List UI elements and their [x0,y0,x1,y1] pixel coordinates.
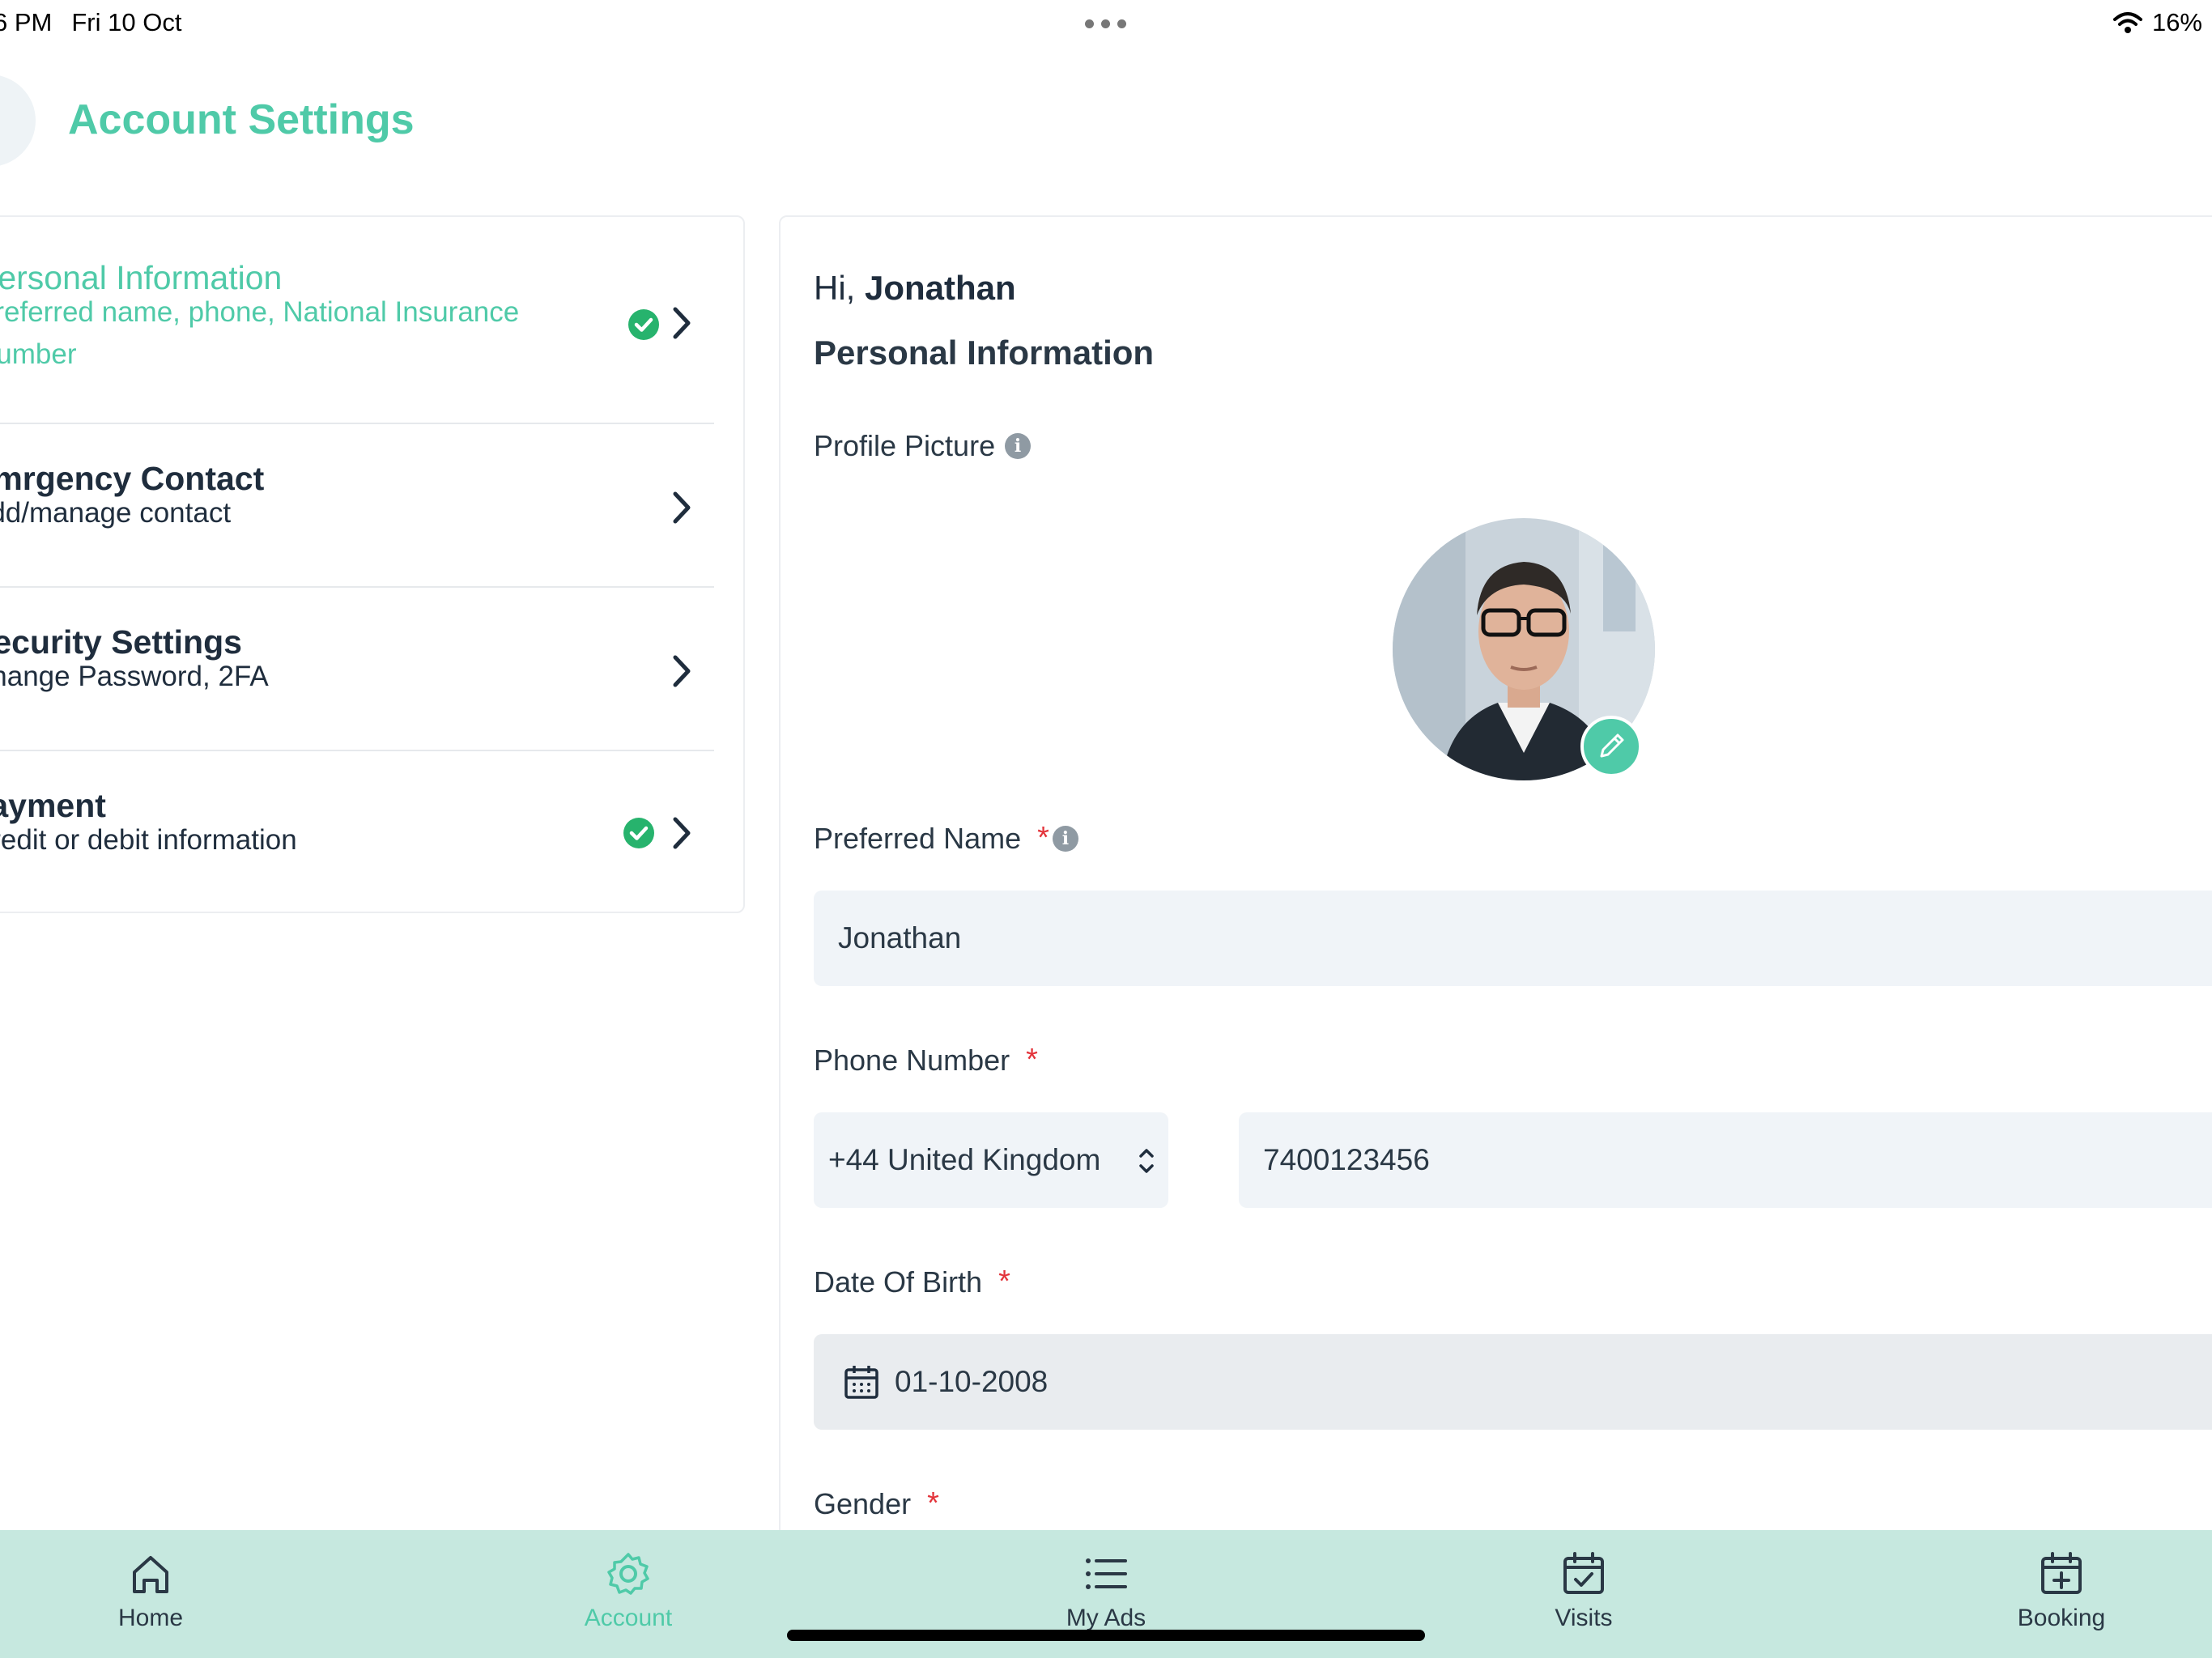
multitasking-dots[interactable] [1082,11,1130,36]
date-of-birth-value: 01-10-2008 [895,1365,1049,1398]
menu-item-security-settings[interactable]: Security Settings Change Password, 2FA [0,588,714,751]
menu-item-subtitle: Add/manage contact [0,497,232,529]
menu-item-subtitle: Credit or debit information [0,824,297,856]
gender-label: Gender * [814,1486,939,1521]
status-date: Fri 10 Oct [71,8,182,36]
account-settings-screen: 6 PM Fri 10 Oct 16% Account Settings Pers… [0,0,2212,1658]
tab-label: Booking [2017,1605,2106,1631]
check-icon [628,309,659,340]
info-icon[interactable]: i [1052,825,1078,852]
pencil-icon [1600,733,1624,758]
menu-item-subtitle: Change Password, 2FA [0,661,269,692]
greeting-prefix: Hi, [814,269,856,307]
home-icon [133,1556,168,1593]
info-icon[interactable]: i [1005,433,1032,459]
settings-menu: Personal Information Preferred name, pho… [0,215,745,913]
user-name: Jonathan [865,269,1016,307]
preferred-name-input[interactable]: Jonathan [814,891,2212,986]
date-of-birth-input[interactable]: 01-10-2008 [814,1334,2212,1430]
battery-percent: 16% [2151,8,2202,36]
preferred-name-value: Jonathan [838,921,962,954]
check-icon [623,818,654,848]
preferred-name-label-text: Preferred Name [814,821,1022,855]
required-marker: * [1037,821,1049,855]
back-button[interactable] [0,74,36,167]
profile-picture[interactable] [1393,518,1655,780]
chevron-right-icon [673,817,691,849]
country-code-select[interactable]: +44 United Kingdom [814,1112,1168,1208]
status-time: 6 PM Fri 10 Oct [0,8,201,37]
tab-visits[interactable]: Visits [1462,1530,1705,1658]
tab-label: Home [117,1605,184,1631]
chevron-right-icon [673,307,691,339]
date-of-birth-label-text: Date Of Birth [814,1265,983,1299]
status-clock: 6 PM [0,8,53,36]
preferred-name-label: Preferred Name * i [814,821,1078,856]
calendar-check-icon [1563,1552,1604,1594]
required-marker: * [927,1486,939,1520]
greeting: Hi, Jonathan [814,269,1016,308]
page-title: Account Settings [68,96,415,143]
tab-label: Account [584,1605,673,1631]
status-right: 16% [2112,8,2202,37]
profile-picture-label: Profile Picture i [814,429,1032,463]
select-arrows-icon [1139,1149,1154,1173]
date-of-birth-label: Date Of Birth * [814,1265,1010,1299]
country-code-value: +44 United Kingdom [828,1143,1101,1176]
required-marker: * [998,1265,1010,1299]
phone-number-label-text: Phone Number [814,1043,1010,1077]
edit-photo-button[interactable] [1580,716,1642,777]
tab-home[interactable]: Home [29,1530,272,1658]
chevron-right-icon [673,655,691,687]
gender-label-text: Gender [814,1486,912,1520]
menu-item-subtitle: Preferred name, phone, National Insuranc… [0,296,520,370]
tab-label: Visits [1555,1605,1613,1631]
required-marker: * [1026,1043,1038,1077]
profile-picture-label-text: Profile Picture [814,429,996,462]
wifi-icon [2112,12,2142,33]
calendar-plus-icon [2041,1552,2082,1594]
phone-number-value: 7400123456 [1263,1143,1430,1176]
tab-label: My Ads [1066,1605,1146,1631]
section-title: Personal Information [814,334,1155,372]
phone-number-label: Phone Number * [814,1043,1038,1078]
phone-number-input[interactable]: 7400123456 [1239,1112,2212,1208]
list-icon [1086,1558,1127,1589]
menu-item-emergency-contact[interactable]: Emrgency Contact Add/manage contact [0,424,714,588]
calendar-icon [844,1366,878,1399]
gear-icon [607,1553,649,1595]
chevron-right-icon [673,491,691,524]
menu-item-personal-information[interactable]: Personal Information Preferred name, pho… [0,217,714,424]
tab-booking[interactable]: Booking [1940,1530,2183,1658]
tab-account[interactable]: Account [507,1530,750,1658]
home-indicator[interactable] [787,1630,1425,1641]
menu-item-payment[interactable]: Payment Credit or debit information [0,751,714,913]
